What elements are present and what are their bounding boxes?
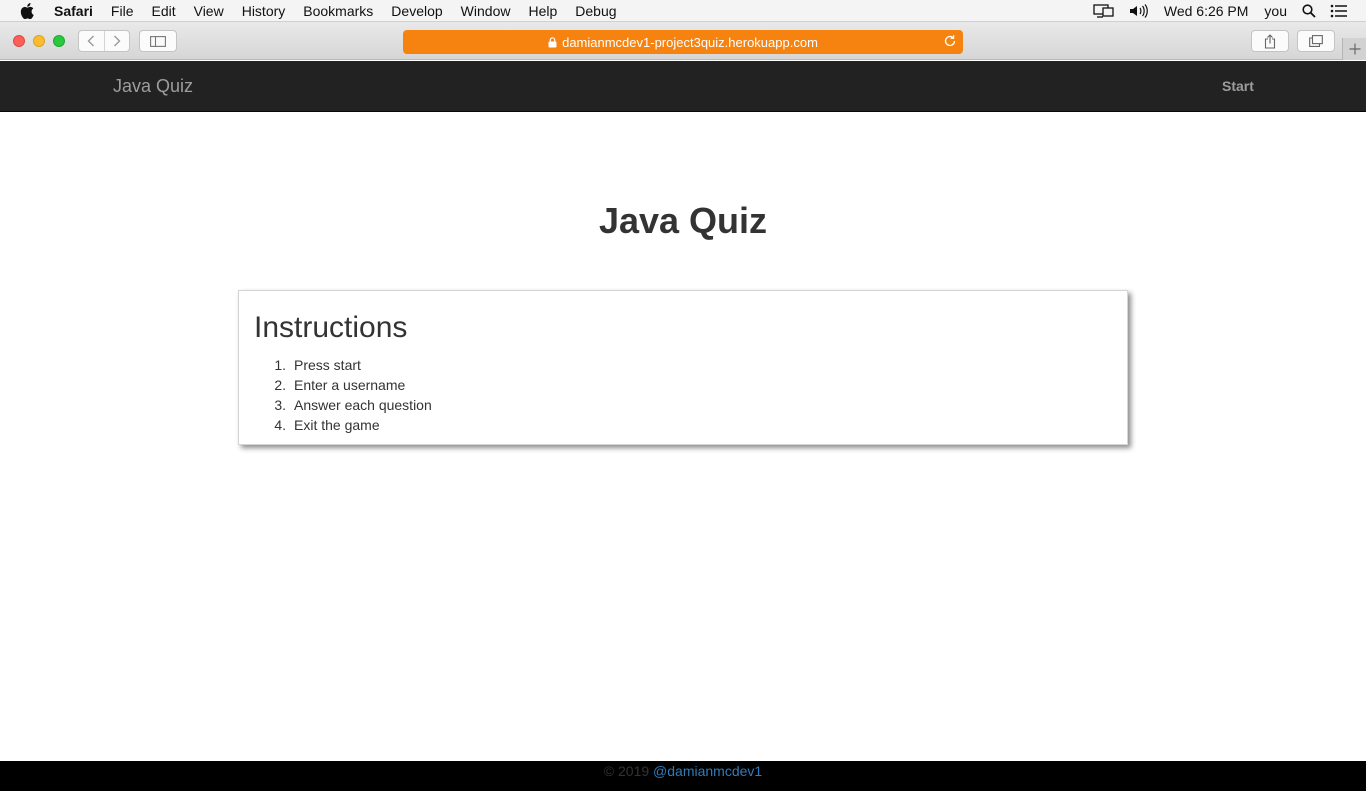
menu-history[interactable]: History (233, 3, 295, 19)
window-zoom-button[interactable] (53, 35, 65, 47)
notification-center-icon[interactable] (1323, 4, 1366, 18)
address-bar-url: damianmcdev1-project3quiz.herokuapp.com (562, 34, 818, 50)
instructions-list: 1. Press start 2. Enter a username 3. An… (274, 355, 432, 435)
instruction-step-number: 4. (274, 417, 286, 433)
instructions-card: Instructions 1. Press start 2. Enter a u… (238, 290, 1128, 445)
site-navbar: Java Quiz Start (0, 61, 1366, 112)
menu-develop[interactable]: Develop (382, 3, 451, 19)
share-icon (1264, 33, 1276, 49)
new-tab-button[interactable] (1342, 38, 1366, 60)
sidebar-icon (150, 35, 166, 47)
menu-edit[interactable]: Edit (142, 3, 184, 19)
instruction-step-text: Exit the game (294, 417, 380, 433)
menu-bar-user[interactable]: you (1256, 3, 1295, 19)
instruction-step-number: 2. (274, 377, 286, 393)
share-button[interactable] (1251, 30, 1289, 52)
menu-help[interactable]: Help (519, 3, 566, 19)
menu-debug[interactable]: Debug (566, 3, 625, 19)
plus-icon (1349, 43, 1360, 55)
reload-button[interactable] (943, 34, 957, 48)
show-tabs-button[interactable] (1297, 30, 1335, 52)
menu-bookmarks[interactable]: Bookmarks (294, 3, 382, 19)
instruction-step: 2. Enter a username (274, 375, 432, 395)
menu-bar-status-area: Wed 6:26 PM you (1086, 3, 1366, 19)
airplay-display-icon[interactable] (1086, 3, 1122, 18)
window-minimize-button[interactable] (33, 35, 45, 47)
window-close-button[interactable] (13, 35, 25, 47)
navbar-brand[interactable]: Java Quiz (113, 76, 193, 97)
menu-file[interactable]: File (102, 3, 143, 19)
chevron-left-icon (87, 35, 95, 47)
instruction-step: 3. Answer each question (274, 395, 432, 415)
instruction-step: 1. Press start (274, 355, 432, 375)
tabs-overview-icon (1309, 35, 1323, 47)
page-title: Java Quiz (598, 200, 768, 241)
instruction-step-text: Enter a username (294, 377, 406, 393)
footer-copyright: © 2019 (603, 763, 650, 779)
sidebar-toggle-button[interactable] (139, 30, 177, 52)
reload-icon (944, 35, 956, 47)
apple-menu-icon[interactable] (0, 2, 54, 19)
menu-app-name[interactable]: Safari (54, 3, 102, 19)
footer-author-link[interactable]: @damianmcdev1 (653, 763, 762, 779)
page-footer: © 2019 @damianmcdev1 (0, 761, 1366, 791)
menu-bar-clock[interactable]: Wed 6:26 PM (1156, 3, 1257, 19)
instruction-step-number: 3. (274, 397, 286, 413)
instruction-step-number: 1. (274, 357, 286, 373)
menu-view[interactable]: View (185, 3, 233, 19)
instructions-heading: Instructions (254, 311, 408, 344)
instruction-step-text: Answer each question (294, 397, 432, 413)
lock-icon (548, 36, 557, 48)
chevron-right-icon (113, 35, 121, 47)
instruction-step-text: Press start (294, 357, 361, 373)
menu-window[interactable]: Window (452, 3, 520, 19)
back-button[interactable] (79, 31, 104, 51)
volume-icon[interactable] (1122, 3, 1156, 18)
address-bar[interactable]: damianmcdev1-project3quiz.herokuapp.com (403, 30, 963, 54)
nav-start-link[interactable]: Start (1222, 78, 1254, 94)
history-nav-buttons (78, 30, 130, 52)
forward-button[interactable] (103, 31, 130, 51)
browser-toolbar: damianmcdev1-project3quiz.herokuapp.com (0, 22, 1366, 60)
macos-menu-bar: Safari File Edit View History Bookmarks … (0, 0, 1366, 22)
instruction-step: 4. Exit the game (274, 415, 432, 435)
spotlight-search-icon[interactable] (1295, 3, 1323, 18)
